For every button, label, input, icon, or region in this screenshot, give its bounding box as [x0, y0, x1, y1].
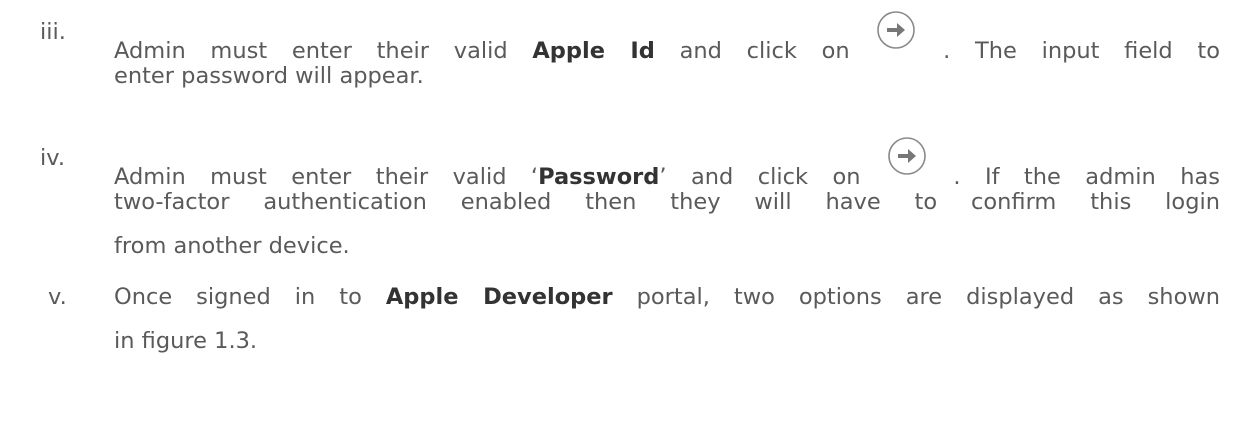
list-marker: iii. [40, 19, 66, 45]
step-text-line: from another device. [114, 233, 350, 259]
list-marker: iv. [40, 145, 65, 171]
step-text-line: enter password will appear. [114, 63, 424, 89]
arrow-circle-right-icon [888, 137, 926, 175]
arrow-circle-right-icon [877, 11, 916, 49]
step-text-line: Once signed in to Apple Developer portal… [114, 284, 1220, 310]
step-text-line: two-factor authentication enabled then t… [114, 189, 1220, 215]
list-marker: v. [48, 284, 67, 310]
bold-term-apple-developer: Apple Developer [385, 284, 613, 310]
step-text-line: in figure 1.3. [114, 328, 258, 354]
